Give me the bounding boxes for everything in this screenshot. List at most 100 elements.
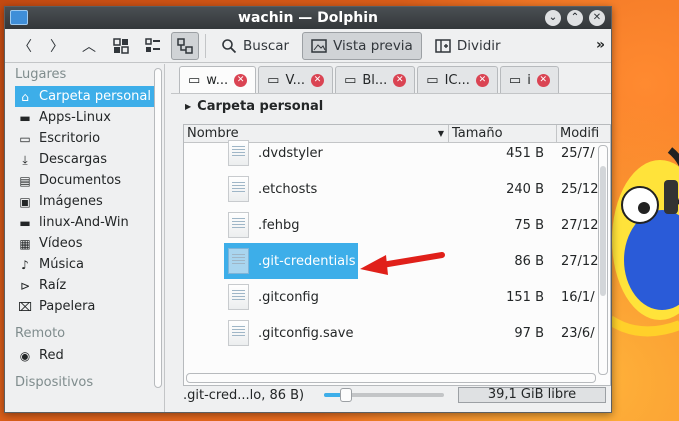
folder-icon: ▬ xyxy=(19,215,31,230)
file-date: 25/12 xyxy=(561,181,599,197)
music-icon: ♪ xyxy=(21,257,29,272)
table-row[interactable]: .gitconfig 151 B 16/1/ xyxy=(184,279,610,315)
tab-label: IC... xyxy=(444,72,470,88)
sidebar-item-red[interactable]: ◉ Red xyxy=(5,345,164,366)
window-title: wachin — Dolphin xyxy=(238,10,378,26)
places-panel: Lugares ⌂ Carpeta personal ▬ Apps-Linux ▭ Esc… xyxy=(5,64,165,412)
sidebar-item-documentos[interactable]: ▤ Documentos xyxy=(5,170,164,191)
zoom-slider[interactable] xyxy=(324,388,444,402)
sidebar-item-label: Raíz xyxy=(39,278,67,293)
triangle-right-icon: ▶ xyxy=(185,101,192,111)
close-tab-icon[interactable]: ✕ xyxy=(311,73,325,87)
file-name: .git-credentials xyxy=(258,253,356,269)
split-button[interactable]: Dividir xyxy=(426,32,510,60)
folder-icon: ▭ xyxy=(426,72,439,88)
table-row[interactable]: .gitconfig.save 97 B 23/6/ xyxy=(184,315,610,351)
tab-4[interactable]: ▭ i ✕ xyxy=(499,66,559,93)
folder-icon: ▭ xyxy=(267,72,280,88)
up-button[interactable]: ︿ xyxy=(75,32,103,60)
sidebar-item-escritorio[interactable]: ▭ Escritorio xyxy=(5,128,164,149)
file-size: 240 B xyxy=(506,181,544,197)
trash-icon: ⌧ xyxy=(18,299,32,314)
sidebar-item-label: Descargas xyxy=(39,152,108,167)
sidebar-item-label: Música xyxy=(39,257,84,272)
sidebar-item-label: Apps-Linux xyxy=(39,110,111,125)
dolphin-app-icon[interactable] xyxy=(10,10,28,25)
back-button[interactable]: 〈 xyxy=(11,32,39,60)
sidebar-item-descargas[interactable]: ⤓ Descargas xyxy=(5,149,164,170)
toolbar-separator xyxy=(205,33,206,58)
tab-label: Bl... xyxy=(362,72,388,88)
location-label: Carpeta personal xyxy=(197,98,324,114)
sidebar-item-carpeta-personal[interactable]: ⌂ Carpeta personal xyxy=(15,86,161,107)
close-tab-icon[interactable]: ✕ xyxy=(475,73,489,87)
file-date: 16/1/ xyxy=(561,289,595,305)
file-size: 151 B xyxy=(506,289,544,305)
search-button[interactable]: Buscar xyxy=(212,32,298,60)
sidebar-item-música[interactable]: ♪ Música xyxy=(5,254,164,275)
sidebar-item-label: Carpeta personal xyxy=(39,89,151,104)
chevron-left-icon: 〈 xyxy=(18,38,32,55)
search-button-label: Buscar xyxy=(243,37,290,54)
close-button[interactable]: ✕ xyxy=(589,10,605,26)
sidebar-scrollbar[interactable] xyxy=(154,68,162,388)
places-heading: Lugares xyxy=(15,67,67,82)
split-button-label: Dividir xyxy=(456,37,501,54)
sidebar-item-vídeos[interactable]: ▦ Vídeos xyxy=(5,233,164,254)
title-bar[interactable]: wachin — Dolphin ⌄ ⌃ ✕ xyxy=(5,7,611,29)
vertical-scrollbar[interactable] xyxy=(598,145,608,375)
split-view-icon xyxy=(435,38,451,53)
details-view-button[interactable] xyxy=(171,31,199,60)
close-tab-icon[interactable]: ✕ xyxy=(234,73,248,87)
tab-2[interactable]: ▭ Bl... ✕ xyxy=(335,66,416,93)
breadcrumb[interactable]: ▶ Carpeta personal xyxy=(171,94,611,118)
close-tab-icon[interactable]: ✕ xyxy=(393,73,407,87)
search-icon xyxy=(222,38,237,53)
sidebar-item-raíz[interactable]: ⊳ Raíz xyxy=(5,275,164,296)
horizontal-scrollbar[interactable] xyxy=(186,373,596,383)
folder-icon: ▭ xyxy=(344,72,357,88)
sidebar-item-papelera[interactable]: ⌧ Papelera xyxy=(5,296,164,317)
remote-heading: Remoto xyxy=(15,326,66,341)
more-actions-icon[interactable]: » xyxy=(596,37,605,53)
preview-button-label: Vista previa xyxy=(333,37,413,54)
icons-view-button[interactable] xyxy=(107,32,135,60)
dolphin-window: wachin — Dolphin ⌄ ⌃ ✕ 〈 〉 ︿ Buscar Vist… xyxy=(4,6,612,413)
status-bar: .git-cred...lo, 86 B) 39,1 GiB libre xyxy=(183,384,611,406)
file-size: 97 B xyxy=(514,325,544,341)
table-row[interactable]: .dvdstyler 451 B 25/7/ xyxy=(184,135,610,171)
close-tab-icon[interactable]: ✕ xyxy=(536,73,550,87)
maximize-button[interactable]: ⌃ xyxy=(567,10,583,26)
forward-button[interactable]: 〉 xyxy=(43,32,71,60)
sidebar-item-imágenes[interactable]: ▣ Imágenes xyxy=(5,191,164,212)
status-text: .git-cred...lo, 86 B) xyxy=(183,387,305,403)
sidebar-item-apps-linux[interactable]: ▬ Apps-Linux xyxy=(5,107,164,128)
compact-view-button[interactable] xyxy=(139,32,167,60)
zoom-slider-handle[interactable] xyxy=(339,388,352,402)
preview-button[interactable]: Vista previa xyxy=(302,31,422,60)
main-toolbar: 〈 〉 ︿ Buscar Vista previa Dividir » xyxy=(5,29,611,63)
image-preview-icon xyxy=(311,38,327,53)
tab-0[interactable]: ▭ w... ✕ xyxy=(179,66,257,93)
pictures-icon: ▣ xyxy=(19,194,31,209)
text-file-icon xyxy=(228,284,249,310)
scrollbar-thumb[interactable] xyxy=(600,166,606,296)
icons-view-icon xyxy=(113,37,129,54)
chevron-up-icon: ︿ xyxy=(82,38,96,55)
file-size: 86 B xyxy=(514,253,544,269)
folder-icon: ▬ xyxy=(19,110,31,125)
tab-3[interactable]: ▭ IC... ✕ xyxy=(417,66,498,93)
tab-bar: ▭ w... ✕ ▭ V... ✕ ▭ Bl... ✕ ▭ IC... ✕ ▭ i ✕ xyxy=(171,64,611,94)
compact-view-icon xyxy=(145,37,160,52)
file-view-area: ▭ w... ✕ ▭ V... ✕ ▭ Bl... ✕ ▭ IC... ✕ ▭ i ✕ ▶ Carpeta … xyxy=(171,64,611,412)
videos-icon: ▦ xyxy=(19,236,31,251)
file-size: 75 B xyxy=(514,217,544,233)
table-row[interactable]: .etchosts 240 B 25/12 xyxy=(184,171,610,207)
tab-label: V... xyxy=(285,72,306,88)
sidebar-item-linux-and-win[interactable]: ▬ linux-And-Win xyxy=(5,212,164,233)
chevron-right-icon: 〉 xyxy=(50,38,64,55)
minimize-button[interactable]: ⌄ xyxy=(545,10,561,26)
file-name: .gitconfig.save xyxy=(258,325,354,341)
table-row[interactable]: .fehbg 75 B 27/12 xyxy=(184,207,610,243)
tab-1[interactable]: ▭ V... ✕ xyxy=(258,66,334,93)
